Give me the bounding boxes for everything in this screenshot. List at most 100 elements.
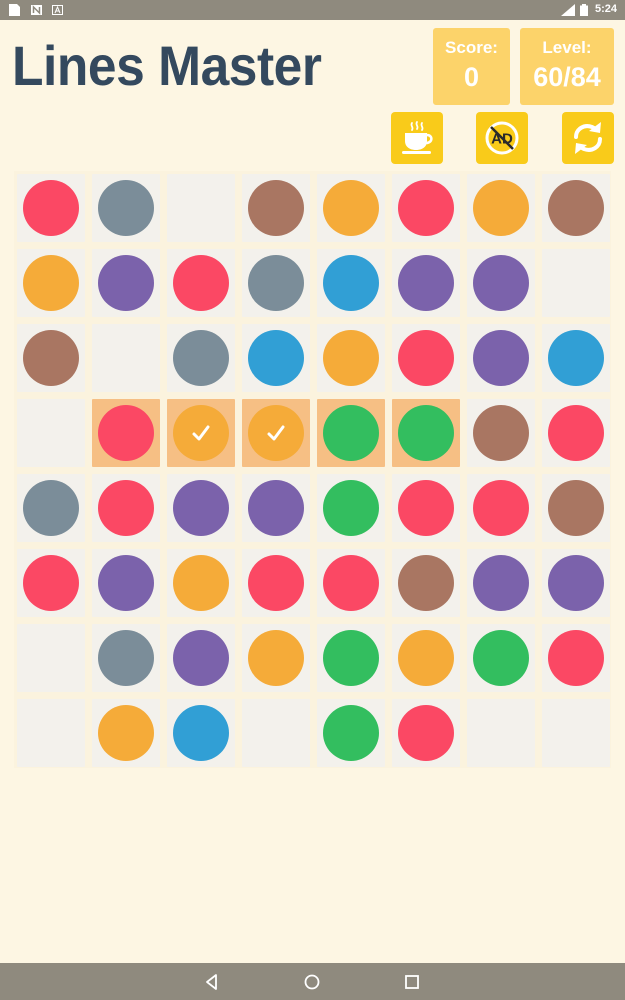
board-cell-r5-c8[interactable]	[542, 474, 610, 542]
gray-ball[interactable]	[23, 480, 79, 536]
red-ball[interactable]	[398, 330, 454, 386]
board-cell-r7-c5[interactable]	[317, 624, 385, 692]
purple-ball[interactable]	[548, 555, 604, 611]
board-cell-r6-c4[interactable]	[242, 549, 310, 617]
board-cell-r6-c8[interactable]	[542, 549, 610, 617]
home-icon[interactable]	[302, 972, 322, 992]
purple-ball[interactable]	[473, 555, 529, 611]
board-cell-r8-c5[interactable]	[317, 699, 385, 767]
green-ball[interactable]	[398, 405, 454, 461]
board-cell-r2-c7[interactable]	[467, 249, 535, 317]
board-cell-r3-c3[interactable]	[167, 324, 235, 392]
brown-ball[interactable]	[548, 480, 604, 536]
red-ball[interactable]	[98, 405, 154, 461]
purple-ball[interactable]	[398, 255, 454, 311]
green-ball[interactable]	[323, 705, 379, 761]
board-cell-r4-c5[interactable]	[317, 399, 385, 467]
board-cell-r3-c8[interactable]	[542, 324, 610, 392]
coffee-button[interactable]	[391, 112, 443, 164]
red-ball[interactable]	[548, 405, 604, 461]
gray-ball[interactable]	[98, 630, 154, 686]
green-ball[interactable]	[323, 480, 379, 536]
board-cell-r2-c8[interactable]	[542, 249, 610, 317]
board-cell-r7-c6[interactable]	[392, 624, 460, 692]
green-ball[interactable]	[323, 630, 379, 686]
red-ball[interactable]	[248, 555, 304, 611]
board-cell-r5-c4[interactable]	[242, 474, 310, 542]
board-cell-r4-c1[interactable]	[17, 399, 85, 467]
no-ads-button[interactable]: AD	[476, 112, 528, 164]
purple-ball[interactable]	[173, 480, 229, 536]
board-cell-r2-c1[interactable]	[17, 249, 85, 317]
board-cell-r5-c2[interactable]	[92, 474, 160, 542]
brown-ball[interactable]	[23, 330, 79, 386]
restart-button[interactable]	[562, 112, 614, 164]
red-ball[interactable]	[323, 555, 379, 611]
purple-ball[interactable]	[98, 555, 154, 611]
board-cell-r4-c4[interactable]	[242, 399, 310, 467]
purple-ball[interactable]	[473, 330, 529, 386]
board-cell-r6-c6[interactable]	[392, 549, 460, 617]
board-cell-r7-c2[interactable]	[92, 624, 160, 692]
board-cell-r2-c5[interactable]	[317, 249, 385, 317]
brown-ball[interactable]	[248, 180, 304, 236]
red-ball[interactable]	[548, 630, 604, 686]
board-cell-r1-c8[interactable]	[542, 174, 610, 242]
board-cell-r3-c7[interactable]	[467, 324, 535, 392]
red-ball[interactable]	[398, 705, 454, 761]
orange-ball[interactable]	[323, 180, 379, 236]
gray-ball[interactable]	[98, 180, 154, 236]
board-cell-r6-c5[interactable]	[317, 549, 385, 617]
purple-ball[interactable]	[98, 255, 154, 311]
board-cell-r7-c8[interactable]	[542, 624, 610, 692]
board-cell-r5-c6[interactable]	[392, 474, 460, 542]
board-cell-r1-c6[interactable]	[392, 174, 460, 242]
board-cell-r7-c3[interactable]	[167, 624, 235, 692]
board-cell-r2-c2[interactable]	[92, 249, 160, 317]
red-ball[interactable]	[398, 480, 454, 536]
brown-ball[interactable]	[473, 405, 529, 461]
board-cell-r6-c3[interactable]	[167, 549, 235, 617]
board-cell-r3-c1[interactable]	[17, 324, 85, 392]
board-cell-r3-c5[interactable]	[317, 324, 385, 392]
board-cell-r8-c7[interactable]	[467, 699, 535, 767]
gray-ball[interactable]	[173, 330, 229, 386]
board-cell-r1-c2[interactable]	[92, 174, 160, 242]
purple-ball[interactable]	[173, 630, 229, 686]
purple-ball[interactable]	[248, 480, 304, 536]
board-cell-r7-c7[interactable]	[467, 624, 535, 692]
orange-ball[interactable]	[173, 405, 229, 461]
board-cell-r5-c3[interactable]	[167, 474, 235, 542]
recents-icon[interactable]	[402, 972, 422, 992]
orange-ball[interactable]	[173, 555, 229, 611]
blue-ball[interactable]	[248, 330, 304, 386]
blue-ball[interactable]	[323, 255, 379, 311]
board-cell-r2-c3[interactable]	[167, 249, 235, 317]
red-ball[interactable]	[23, 555, 79, 611]
board-cell-r4-c6[interactable]	[392, 399, 460, 467]
board-cell-r7-c1[interactable]	[17, 624, 85, 692]
red-ball[interactable]	[98, 480, 154, 536]
board-cell-r3-c4[interactable]	[242, 324, 310, 392]
board-cell-r6-c1[interactable]	[17, 549, 85, 617]
blue-ball[interactable]	[173, 705, 229, 761]
board-cell-r1-c4[interactable]	[242, 174, 310, 242]
board-cell-r8-c4[interactable]	[242, 699, 310, 767]
board-cell-r1-c1[interactable]	[17, 174, 85, 242]
orange-ball[interactable]	[323, 330, 379, 386]
board-cell-r8-c6[interactable]	[392, 699, 460, 767]
board-cell-r1-c3[interactable]	[167, 174, 235, 242]
board-cell-r1-c7[interactable]	[467, 174, 535, 242]
orange-ball[interactable]	[248, 630, 304, 686]
board-cell-r2-c6[interactable]	[392, 249, 460, 317]
orange-ball[interactable]	[398, 630, 454, 686]
red-ball[interactable]	[23, 180, 79, 236]
brown-ball[interactable]	[398, 555, 454, 611]
red-ball[interactable]	[398, 180, 454, 236]
board-cell-r2-c4[interactable]	[242, 249, 310, 317]
board-cell-r5-c7[interactable]	[467, 474, 535, 542]
board-cell-r8-c8[interactable]	[542, 699, 610, 767]
board-cell-r6-c2[interactable]	[92, 549, 160, 617]
red-ball[interactable]	[473, 480, 529, 536]
board-cell-r6-c7[interactable]	[467, 549, 535, 617]
